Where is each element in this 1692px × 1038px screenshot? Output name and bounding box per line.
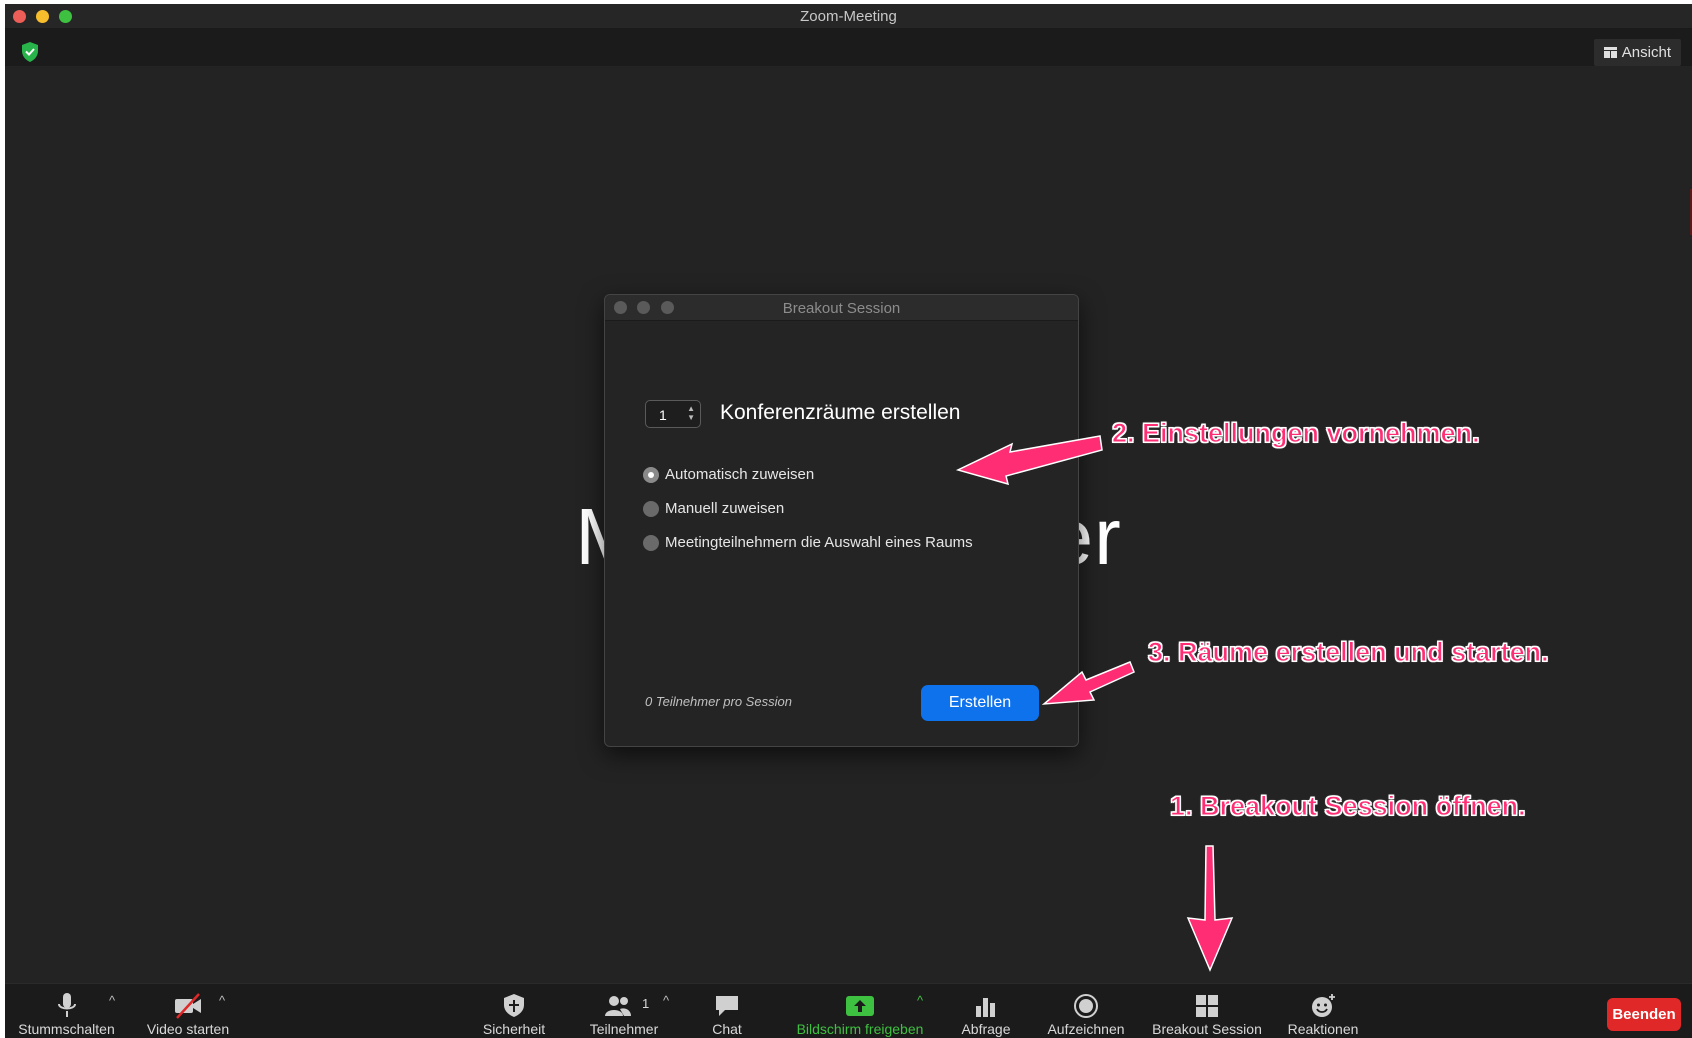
radio-self-select[interactable] [643, 535, 659, 551]
record-button[interactable]: Aufzeichnen [1040, 984, 1132, 1038]
annotation-step1: 1. Breakout Session öffnen. [1170, 791, 1527, 822]
option-manual-assign-label: Manuell zuweisen [665, 500, 785, 517]
dialog-titlebar: Breakout Session [605, 295, 1078, 321]
create-rooms-button[interactable]: Erstellen [921, 685, 1039, 721]
breakout-grid-icon [1192, 992, 1222, 1020]
breakout-session-dialog: Breakout Session 1 ▲ ▼ Konferenzräume ers… [604, 294, 1079, 747]
security-label: Sicherheit [482, 1021, 546, 1037]
participants-options-chevron-icon[interactable]: ^ [663, 993, 669, 1008]
radio-auto-assign[interactable] [643, 467, 659, 483]
stepper-arrows-icon[interactable]: ▲ ▼ [687, 404, 695, 422]
room-count-value: 1 [659, 407, 667, 423]
end-meeting-button[interactable]: Beenden [1607, 998, 1681, 1031]
participants-label: Teilnehmer [589, 1021, 659, 1037]
reactions-label: Reaktionen [1287, 1021, 1359, 1037]
chat-button[interactable]: Chat [695, 984, 759, 1038]
shield-icon [499, 992, 529, 1020]
poll-label: Abfrage [961, 1021, 1011, 1037]
option-self-select-label: Meetingteilnehmern die Auswahl eines Rau… [665, 534, 973, 551]
participant-count: 1 [642, 996, 650, 1011]
poll-button[interactable]: Abfrage [951, 984, 1021, 1038]
breakout-session-button[interactable]: Breakout Session [1141, 984, 1273, 1038]
view-grid-icon [1603, 47, 1617, 58]
mute-label: Stummschalten [18, 1021, 115, 1037]
annotation-step2: 2. Einstellungen vornehmen. [1112, 418, 1481, 449]
record-label: Aufzeichnen [1047, 1021, 1125, 1037]
meeting-topbar: Ansicht [5, 29, 1692, 66]
microphone-icon [52, 992, 82, 1020]
dialog-title: Breakout Session [782, 300, 901, 317]
window-titlebar: Zoom-Meeting [5, 4, 1692, 29]
window-title: Zoom-Meeting [800, 8, 897, 25]
room-count-stepper[interactable]: 1 ▲ ▼ [645, 400, 701, 428]
share-screen-icon [845, 992, 875, 1020]
encryption-shield-icon[interactable] [19, 40, 41, 64]
video-options-chevron-icon[interactable]: ^ [219, 993, 225, 1008]
participants-button[interactable]: 1 Teilnehmer [575, 984, 673, 1038]
reactions-button[interactable]: Reaktionen [1280, 984, 1366, 1038]
rooms-label: Konferenzräume erstellen [720, 401, 961, 424]
share-options-chevron-icon[interactable]: ^ [917, 993, 923, 1008]
participants-per-session: 0 Teilnehmer pro Session [645, 694, 792, 709]
chat-icon [712, 992, 742, 1020]
record-icon [1071, 992, 1101, 1020]
reactions-smiley-icon [1308, 992, 1338, 1020]
audio-options-chevron-icon[interactable]: ^ [109, 993, 115, 1008]
annotation-step3: 3. Räume erstellen und starten. [1148, 637, 1550, 668]
video-off-icon [173, 992, 203, 1020]
participants-icon [603, 992, 633, 1020]
radio-manual-assign[interactable] [643, 501, 659, 517]
meeting-toolbar: Stummschalten ^ Video starten ^ Sicherhe… [5, 983, 1692, 1038]
view-button[interactable]: Ansicht [1593, 39, 1681, 66]
share-screen-label: Bildschirm freigeben [796, 1021, 924, 1037]
poll-chart-icon [971, 992, 1001, 1020]
share-screen-button[interactable]: Bildschirm freigeben [782, 984, 938, 1038]
chat-label: Chat [712, 1021, 742, 1037]
start-video-button[interactable]: Video starten [133, 984, 243, 1038]
security-button[interactable]: Sicherheit [475, 984, 553, 1038]
view-label: Ansicht [1621, 44, 1671, 61]
start-video-label: Video starten [146, 1021, 230, 1037]
breakout-session-label: Breakout Session [1152, 1021, 1262, 1037]
option-auto-assign-label: Automatisch zuweisen [665, 466, 815, 483]
